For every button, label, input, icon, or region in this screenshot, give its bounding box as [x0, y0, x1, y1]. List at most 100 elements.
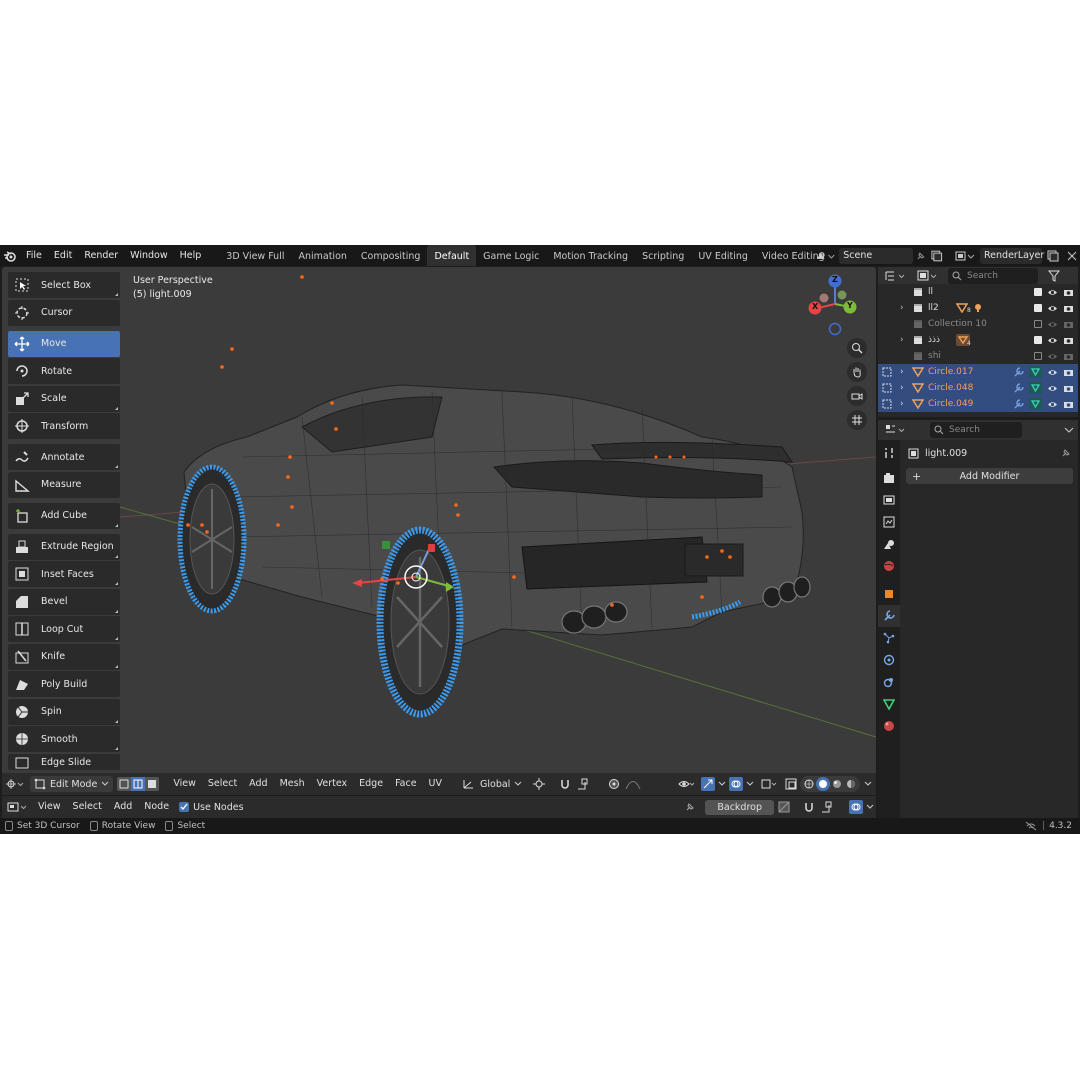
editor-type-icon[interactable] — [2, 776, 28, 792]
properties-options-icon[interactable] — [1064, 426, 1074, 434]
menu-vertex[interactable]: Vertex — [311, 773, 354, 795]
tab-default[interactable]: Default — [427, 245, 477, 266]
pin-icon[interactable] — [915, 250, 927, 262]
gizmo-z-label[interactable]: Z — [832, 275, 838, 284]
face-select-icon[interactable] — [145, 777, 160, 791]
tab-scripting[interactable]: Scripting — [635, 245, 691, 266]
tool-smooth[interactable]: Smooth — [8, 726, 120, 752]
snap-icon[interactable] — [556, 776, 574, 792]
outliner-search[interactable]: Search — [948, 267, 1038, 284]
eye-icon[interactable] — [1047, 400, 1058, 409]
tool-spin[interactable]: Spin — [8, 698, 120, 725]
gizmo-y-label[interactable]: Y — [847, 301, 853, 310]
node-snap-target-icon[interactable] — [818, 799, 840, 815]
outliner-row[interactable]: › Circle.048 — [878, 380, 1078, 396]
include-checkbox[interactable] — [1034, 352, 1042, 360]
eye-icon[interactable] — [1047, 352, 1058, 361]
proportional-edit-icon[interactable] — [606, 776, 622, 792]
include-checkbox[interactable] — [1034, 320, 1042, 328]
visibility-icon[interactable] — [674, 776, 700, 792]
tool-settings-icon[interactable] — [878, 442, 900, 464]
expand-arrow-icon[interactable]: › — [900, 383, 904, 393]
camera-icon[interactable] — [1063, 368, 1074, 377]
menu-view[interactable]: View — [167, 773, 202, 795]
eye-icon[interactable] — [1047, 304, 1058, 313]
tool-measure[interactable]: Measure — [8, 471, 120, 498]
world-properties-icon[interactable] — [878, 555, 900, 577]
gizmo-toggle-icon[interactable] — [700, 776, 726, 792]
node-menu-add[interactable]: Add — [108, 796, 138, 818]
tool-extrude-region[interactable]: Extrude Region — [8, 533, 120, 560]
menu-uv[interactable]: UV — [423, 773, 448, 795]
menu-mesh[interactable]: Mesh — [274, 773, 311, 795]
node-overlays-icon[interactable] — [846, 799, 876, 815]
tool-scale[interactable]: Scale — [8, 385, 120, 412]
falloff-icon[interactable] — [622, 776, 644, 792]
tool-rotate[interactable]: Rotate — [8, 358, 120, 384]
pan-hand-icon[interactable] — [847, 362, 867, 382]
mode-selector[interactable]: Edit Mode — [30, 776, 114, 792]
eye-icon[interactable] — [1047, 368, 1058, 377]
menu-select[interactable]: Select — [202, 773, 243, 795]
node-pin-icon[interactable] — [679, 799, 701, 815]
eye-icon[interactable] — [1047, 288, 1058, 297]
backdrop-channels-icon[interactable] — [774, 799, 796, 815]
blender-logo-icon[interactable] — [0, 245, 20, 266]
use-nodes-checkbox[interactable]: Use Nodes — [179, 799, 244, 815]
tab-3d-view-full[interactable]: 3D View Full — [219, 245, 291, 266]
outliner-editor-icon[interactable] — [884, 269, 910, 283]
solid-shading-icon[interactable] — [816, 777, 830, 791]
menu-window[interactable]: Window — [124, 245, 173, 266]
expand-arrow-icon[interactable]: › — [900, 335, 904, 345]
camera-icon[interactable] — [1063, 288, 1074, 297]
tab-uv-editing[interactable]: UV Editing — [691, 245, 755, 266]
modifier-properties-icon[interactable] — [878, 605, 900, 627]
remove-layer-icon[interactable] — [1066, 250, 1078, 262]
node-snap-icon[interactable] — [800, 799, 818, 815]
properties-search[interactable]: Search — [930, 422, 1022, 438]
output-properties-icon[interactable] — [878, 489, 900, 511]
add-modifier-button[interactable]: + Add Modifier — [906, 468, 1073, 484]
node-menu-node[interactable]: Node — [138, 796, 175, 818]
tool-annotate[interactable]: Annotate — [8, 444, 120, 470]
menu-add[interactable]: Add — [243, 773, 273, 795]
outliner-row[interactable]: ll — [878, 284, 1078, 300]
node-menu-view[interactable]: View — [32, 796, 67, 818]
expand-arrow-icon[interactable]: › — [900, 399, 904, 409]
tool-add-cube[interactable]: Add Cube — [8, 502, 120, 529]
shading-options-icon[interactable] — [860, 776, 876, 792]
tool-loop-cut[interactable]: Loop Cut — [8, 616, 120, 642]
tab-animation[interactable]: Animation — [291, 245, 353, 266]
include-checkbox[interactable] — [1034, 288, 1042, 296]
menu-edge[interactable]: Edge — [353, 773, 389, 795]
menu-file[interactable]: File — [20, 245, 48, 266]
object-properties-icon[interactable] — [878, 583, 900, 605]
snap-target-icon[interactable] — [574, 776, 596, 792]
scene-selector[interactable]: Scene — [814, 247, 944, 264]
camera-icon[interactable] — [1063, 304, 1074, 313]
tool-select-box[interactable]: Select Box — [8, 272, 120, 298]
camera-icon[interactable] — [1063, 384, 1074, 393]
outliner-row[interactable]: Collection 10 — [878, 316, 1078, 332]
tool-cursor[interactable]: Cursor — [8, 299, 120, 326]
tool-transform[interactable]: Transform — [8, 413, 120, 439]
camera-icon[interactable] — [1063, 352, 1074, 361]
render-layer-selector[interactable]: RenderLayer — [954, 247, 1078, 264]
expand-arrow-icon[interactable]: › — [900, 367, 904, 377]
mesh-edit-overlay-icon[interactable] — [756, 776, 782, 792]
outliner-row[interactable]: shi — [878, 348, 1078, 364]
mesh-data-properties-icon[interactable] — [878, 693, 900, 715]
xray-icon[interactable] — [782, 776, 800, 792]
gizmo-x-label[interactable]: X — [812, 302, 818, 311]
scene-properties-icon[interactable] — [878, 533, 900, 555]
camera-icon[interactable] — [1063, 336, 1074, 345]
zoom-icon[interactable] — [847, 338, 867, 358]
backdrop-toggle[interactable]: Backdrop — [705, 799, 774, 815]
pivot-point-icon[interactable] — [530, 776, 552, 792]
edge-select-icon[interactable] — [131, 777, 146, 791]
render-properties-icon[interactable] — [878, 467, 900, 489]
include-checkbox[interactable] — [1034, 336, 1042, 344]
material-properties-icon[interactable] — [878, 715, 900, 737]
orientation-selector[interactable]: Global — [462, 776, 522, 792]
display-mode-icon[interactable] — [916, 269, 942, 283]
